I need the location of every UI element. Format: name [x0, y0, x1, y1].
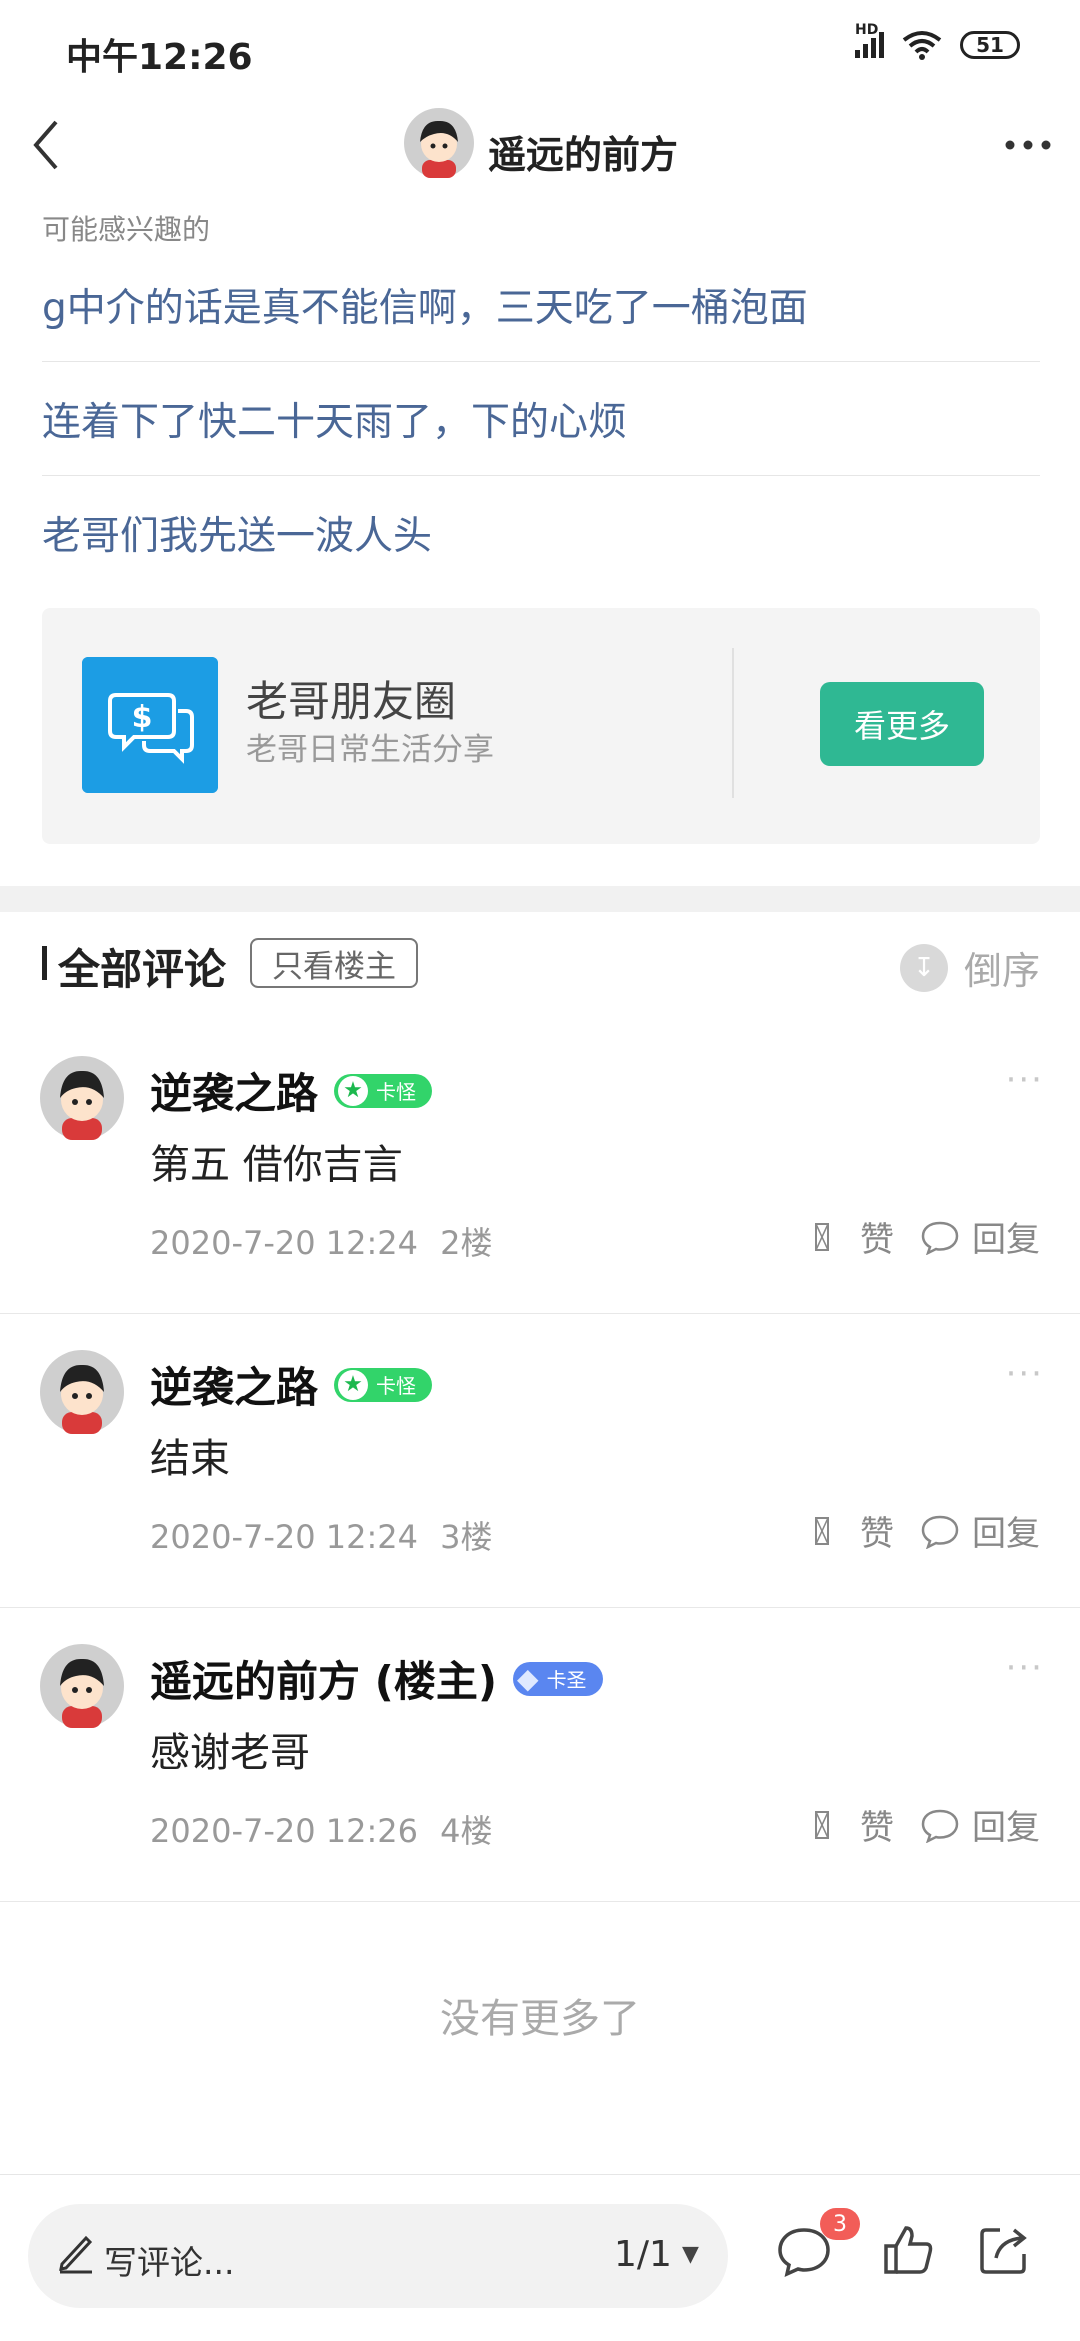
like-button[interactable]: 赞: [814, 1212, 894, 1261]
comment-item[interactable]: 逆袭之路 ★ 卡怪 ··· 结束 2020-7-20 12:24 3楼 赞 回复: [0, 1314, 1080, 1608]
level-badge-label: 卡怪: [376, 1374, 417, 1398]
comment-date: 2020-7-20 12:24: [150, 1518, 418, 1556]
battery-level: 51: [976, 33, 1004, 57]
triangle-down-icon: ▼: [681, 2242, 699, 2267]
sort-label: 倒序: [963, 949, 1040, 993]
like-label: 赞: [860, 1514, 894, 1554]
reply-label: 回复: [972, 1514, 1040, 1554]
comment-author[interactable]: 遥远的前方 (楼主) ◆ 卡圣: [150, 1648, 603, 1709]
recommend-item[interactable]: 连着下了快二十天雨了，下的心烦: [42, 362, 1040, 476]
circle-description: 老哥日常生活分享: [246, 732, 494, 768]
comment-author[interactable]: 逆袭之路 ★ 卡怪: [150, 1354, 433, 1415]
circle-name: 老哥朋友圈: [246, 677, 457, 726]
page-title: 遥远的前方: [488, 133, 679, 177]
avatar[interactable]: [40, 1644, 124, 1728]
more-icon[interactable]: ···: [1006, 1354, 1044, 1394]
level-badge: ★ 卡怪: [334, 1073, 433, 1108]
comment-author[interactable]: 逆袭之路 ★ 卡怪: [150, 1060, 433, 1121]
comment-floor: 2楼: [440, 1224, 493, 1262]
level-badge-label: 卡圣: [546, 1668, 587, 1692]
comment-actions: 赞 回复: [814, 1800, 1040, 1849]
author-name: 遥远的前方 (楼主): [150, 1657, 498, 1706]
more-icon[interactable]: ···: [1006, 1060, 1044, 1100]
comment-meta: 2020-7-20 12:24 2楼: [150, 1218, 493, 1264]
avatar[interactable]: [40, 1350, 124, 1434]
comment-floor: 4楼: [440, 1812, 493, 1850]
star-icon: ★: [338, 1075, 369, 1106]
comment-input-placeholder[interactable]: 写评论...: [104, 2236, 234, 2284]
sort-icon: ↧: [899, 943, 948, 992]
recommend-header: 可能感兴趣的: [42, 213, 211, 246]
comment-date: 2020-7-20 12:24: [150, 1224, 418, 1262]
comment-text: 第五 借你吉言: [150, 1142, 403, 1188]
reply-bubble-icon: [921, 1221, 959, 1255]
comment-text: 结束: [150, 1436, 230, 1482]
signal-icon: HD: [855, 22, 884, 58]
network-type: HD: [855, 22, 879, 38]
level-badge-label: 卡怪: [376, 1080, 417, 1104]
wifi-icon: [902, 31, 942, 60]
reply-label: 回复: [972, 1808, 1040, 1848]
more-icon[interactable]: ···: [1006, 1648, 1044, 1688]
reply-bubble-icon: [921, 1515, 959, 1549]
like-button[interactable]: 赞: [814, 1800, 894, 1849]
like-icon: [815, 1810, 829, 1839]
reply-label: 回复: [972, 1220, 1040, 1260]
reply-button[interactable]: 回复: [920, 1212, 1040, 1261]
pencil-icon: [59, 2235, 93, 2274]
battery-icon: 51: [960, 31, 1020, 59]
reply-bubble-icon: [921, 1809, 959, 1843]
like-button[interactable]: 赞: [814, 1506, 894, 1555]
reply-button[interactable]: 回复: [920, 1506, 1040, 1555]
recommend-item[interactable]: g中介的话是真不能信啊，三天吃了一桶泡面: [42, 248, 1040, 362]
diamond-icon: ◆: [517, 1662, 539, 1695]
comment-item[interactable]: 遥远的前方 (楼主) ◆ 卡圣 ··· 感谢老哥 2020-7-20 12:26 4…: [0, 1608, 1080, 1902]
star-icon: ★: [338, 1369, 369, 1400]
section-divider: [0, 886, 1080, 912]
comment-actions: 赞 回复: [814, 1212, 1040, 1261]
page-selector[interactable]: 1/1 ▼: [614, 2234, 699, 2275]
comment-meta: 2020-7-20 12:26 4楼: [150, 1806, 493, 1852]
sort-button[interactable]: ↧ 倒序: [899, 940, 1040, 995]
page-indicator: 1/1: [614, 2234, 672, 2275]
author-name: 逆袭之路: [150, 1363, 319, 1412]
see-more-button[interactable]: 看更多: [820, 682, 984, 766]
like-icon: [815, 1222, 829, 1251]
share-icon[interactable]: [976, 2222, 1032, 2278]
section-marker: [42, 946, 47, 980]
reply-button[interactable]: 回复: [920, 1800, 1040, 1849]
chat-money-icon: $: [82, 657, 218, 793]
level-badge: ◆ 卡圣: [513, 1661, 603, 1696]
svg-text:$: $: [132, 700, 153, 735]
only-op-button[interactable]: 只看楼主: [250, 938, 418, 988]
card-divider: [732, 648, 734, 798]
comments-title: 全部评论: [58, 945, 227, 994]
thumbs-up-icon[interactable]: [880, 2222, 936, 2278]
comment-meta: 2020-7-20 12:24 3楼: [150, 1512, 493, 1558]
comment-text: 感谢老哥: [150, 1730, 310, 1776]
comment-item[interactable]: 逆袭之路 ★ 卡怪 ··· 第五 借你吉言 2020-7-20 12:24 2楼 赞…: [0, 1020, 1080, 1314]
avatar[interactable]: [40, 1056, 124, 1140]
comment-floor: 3楼: [440, 1518, 493, 1556]
like-label: 赞: [860, 1808, 894, 1848]
back-button[interactable]: [22, 110, 82, 180]
recommend-item[interactable]: 老哥们我先送一波人头: [42, 476, 1040, 590]
like-label: 赞: [860, 1220, 894, 1260]
message-count-badge: 3: [820, 2208, 860, 2240]
like-icon: [815, 1516, 829, 1545]
author-name: 逆袭之路: [150, 1069, 319, 1118]
status-time: 中午12:26: [66, 37, 253, 78]
no-more-text: 没有更多了: [440, 1996, 640, 2042]
level-badge: ★ 卡怪: [334, 1367, 433, 1402]
status-icons: HD 51: [855, 22, 1020, 60]
avatar[interactable]: [404, 108, 474, 178]
comment-actions: 赞 回复: [814, 1506, 1040, 1555]
comment-date: 2020-7-20 12:26: [150, 1812, 418, 1850]
more-options-icon[interactable]: [998, 120, 1058, 170]
